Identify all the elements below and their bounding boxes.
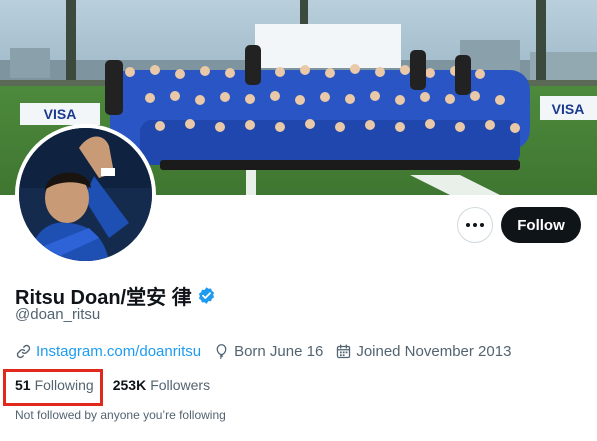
banner-sponsor-board: VISA xyxy=(552,101,585,117)
birthday-text: Born June 16 xyxy=(234,343,324,360)
profile-avatar[interactable] xyxy=(15,124,156,265)
followers-link[interactable]: 253K Followers xyxy=(113,377,210,393)
calendar-icon xyxy=(335,343,352,360)
following-count: 51 xyxy=(15,377,31,393)
social-context-text: Not followed by anyone you’re following xyxy=(15,408,226,422)
verified-badge-icon[interactable] xyxy=(197,286,216,305)
banner-sponsor-board-left: VISA xyxy=(44,106,77,122)
avatar-photo xyxy=(19,128,152,261)
follow-button[interactable]: Follow xyxy=(501,207,581,243)
profile-website: Instagram.com/doanritsu xyxy=(15,343,201,360)
profile-meta-row: Instagram.com/doanritsu Born June 16 Joi… xyxy=(15,343,523,360)
followers-label: Followers xyxy=(150,377,211,393)
profile-joined: Joined November 2013 xyxy=(335,343,511,360)
profile-handle: @doan_ritsu xyxy=(15,306,101,323)
following-label: Following xyxy=(34,377,94,393)
follow-counts: 51 Following 253K Followers xyxy=(15,377,210,393)
more-options-button[interactable] xyxy=(457,207,493,243)
profile-birthday: Born June 16 xyxy=(213,343,323,360)
followers-count: 253K xyxy=(112,377,147,393)
more-dots-icon xyxy=(466,223,484,227)
following-link[interactable]: 51 Following xyxy=(15,377,94,393)
website-link[interactable]: Instagram.com/doanritsu xyxy=(36,343,201,360)
link-icon xyxy=(15,343,32,360)
balloon-icon xyxy=(213,343,230,360)
joined-text: Joined November 2013 xyxy=(356,343,512,360)
